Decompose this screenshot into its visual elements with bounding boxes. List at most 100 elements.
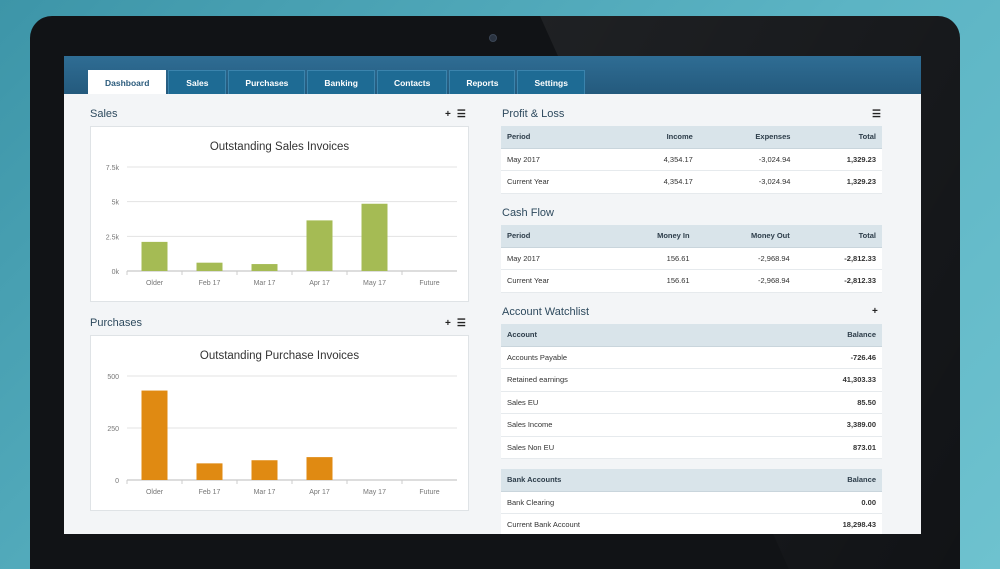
cell-money-out: -2,968.94 [695,269,796,293]
x-tick-label: May 17 [363,280,386,287]
camera-icon [489,34,497,42]
tab-settings[interactable]: Settings [517,70,585,94]
bar [196,262,223,271]
plus-icon[interactable]: + [445,318,451,329]
x-tick-label: Feb 17 [199,489,221,496]
tab-banking[interactable]: Banking [307,70,375,94]
cell-total: -2,812.33 [795,269,882,293]
cell-expenses: -3,024.94 [698,170,797,194]
account-link[interactable]: Retained earnings [501,368,736,392]
col-money-in[interactable]: Money In [607,225,696,248]
bar [306,220,333,271]
list-icon[interactable]: ☰ [457,318,466,329]
sales-chart-panel: Outstanding Sales Invoices 0k 2.5k 5k 7.5k O… [90,126,469,302]
bar [141,390,168,480]
watchlist-table: Account Balance Accounts Payable -726.46… [501,324,882,459]
cell-period: May 2017 [501,148,614,171]
table-row: Current Year 4,354.17 -3,024.94 1,329.23 [501,170,882,194]
x-tick-label: Future [419,280,439,287]
col-expenses[interactable]: Expenses [698,126,797,149]
col-total[interactable]: Total [795,225,882,248]
tab-purchases[interactable]: Purchases [228,70,306,94]
y-tick-label: 250 [107,426,119,433]
profit-loss-tools: ☰ [872,109,881,120]
cell-total: 1,329.23 [796,170,882,194]
cell-period: Current Year [501,170,614,194]
tab-reports[interactable]: Reports [449,70,516,94]
table-row: Sales Non EU 873.01 [501,436,882,459]
cell-money-out: -2,968.94 [695,247,796,270]
table-row: Current Bank Account 18,298.43 [501,513,882,534]
cell-balance: 3,389.00 [735,413,882,437]
tab-contacts[interactable]: Contacts [376,70,448,94]
purchases-title: Purchases [90,317,142,329]
account-link[interactable]: Accounts Payable [501,346,736,369]
purchases-tools: + ☰ [445,318,466,329]
x-tick-label: Feb 17 [199,280,221,287]
col-account[interactable]: Account [501,324,736,347]
bank-account-link[interactable]: Bank Clearing [501,491,750,514]
table-header: Bank Accounts Balance [501,469,882,492]
cell-income: 4,354.17 [613,170,699,194]
cell-balance: 41,303.33 [735,368,882,392]
list-icon[interactable]: ☰ [457,109,466,120]
cell-balance: 85.50 [735,391,882,414]
cell-period: Current Year [501,269,608,293]
x-tick-label: Mar 17 [254,280,276,287]
table-row: Retained earnings 41,303.33 [501,368,882,392]
watchlist-tools: + [872,306,878,317]
profit-loss-table: Period Income Expenses Total May 2017 4,… [501,126,882,194]
col-money-out[interactable]: Money Out [695,225,796,248]
cell-expenses: -3,024.94 [698,148,797,171]
bar [251,264,278,271]
col-balance[interactable]: Balance [749,469,882,492]
table-header: Period Income Expenses Total [501,126,882,149]
x-tick-label: Apr 17 [309,280,330,287]
watchlist-title: Account Watchlist [502,306,590,318]
cash-flow-table: Period Money In Money Out Total May 2017… [501,225,882,293]
col-total[interactable]: Total [796,126,882,149]
tab-dashboard[interactable]: Dashboard [88,70,167,94]
account-link[interactable]: Sales Non EU [501,436,736,459]
list-icon[interactable]: ☰ [872,109,881,120]
cell-income: 4,354.17 [613,148,699,171]
bar [196,463,223,480]
y-tick-label: 0k [112,269,120,276]
plus-icon[interactable]: + [445,109,451,120]
y-tick-label: 0 [115,478,119,485]
cell-balance: 0.00 [749,491,882,514]
tab-sales[interactable]: Sales [168,70,227,94]
table-row: Sales EU 85.50 [501,391,882,414]
account-link[interactable]: Sales Income [501,413,736,437]
bar [251,460,278,480]
top-nav: Dashboard Sales Purchases Banking Contac… [64,56,921,94]
table-row: Bank Clearing 0.00 [501,491,882,514]
table-row: May 2017 156.61 -2,968.94 -2,812.33 [501,247,882,270]
bank-account-link[interactable]: Current Bank Account [501,513,750,534]
x-tick-label: May 17 [363,489,386,496]
col-bank-accounts[interactable]: Bank Accounts [501,469,750,492]
col-period[interactable]: Period [501,126,614,149]
col-period[interactable]: Period [501,225,608,248]
cell-money-in: 156.61 [607,247,696,270]
profit-loss-title: Profit & Loss [502,108,565,120]
col-income[interactable]: Income [613,126,699,149]
cell-balance: -726.46 [735,346,882,369]
dashboard-content: Sales + ☰ Outstanding Sales Invoices 0k 2… [64,94,921,534]
table-header: Period Money In Money Out Total [501,225,882,248]
bar [361,203,388,271]
table-row: Current Year 156.61 -2,968.94 -2,812.33 [501,269,882,293]
col-balance[interactable]: Balance [735,324,882,347]
y-tick-label: 2.5k [106,234,120,241]
x-tick-label: Mar 17 [254,489,276,496]
cell-period: May 2017 [501,247,608,270]
account-link[interactable]: Sales EU [501,391,736,414]
cell-balance: 18,298.43 [749,513,882,534]
purchases-chart: 0 250 500 Older Feb 17 Mar 17 Apr 17 May 17 Futu… [107,374,457,496]
purchases-chart-panel: Outstanding Purchase Invoices 0 250 500 Old… [90,335,469,511]
sales-tools: + ☰ [445,109,466,120]
app-screen: Dashboard Sales Purchases Banking Contac… [64,56,921,534]
sales-title: Sales [90,108,118,120]
cell-total: -2,812.33 [795,247,882,270]
plus-icon[interactable]: + [872,306,878,317]
